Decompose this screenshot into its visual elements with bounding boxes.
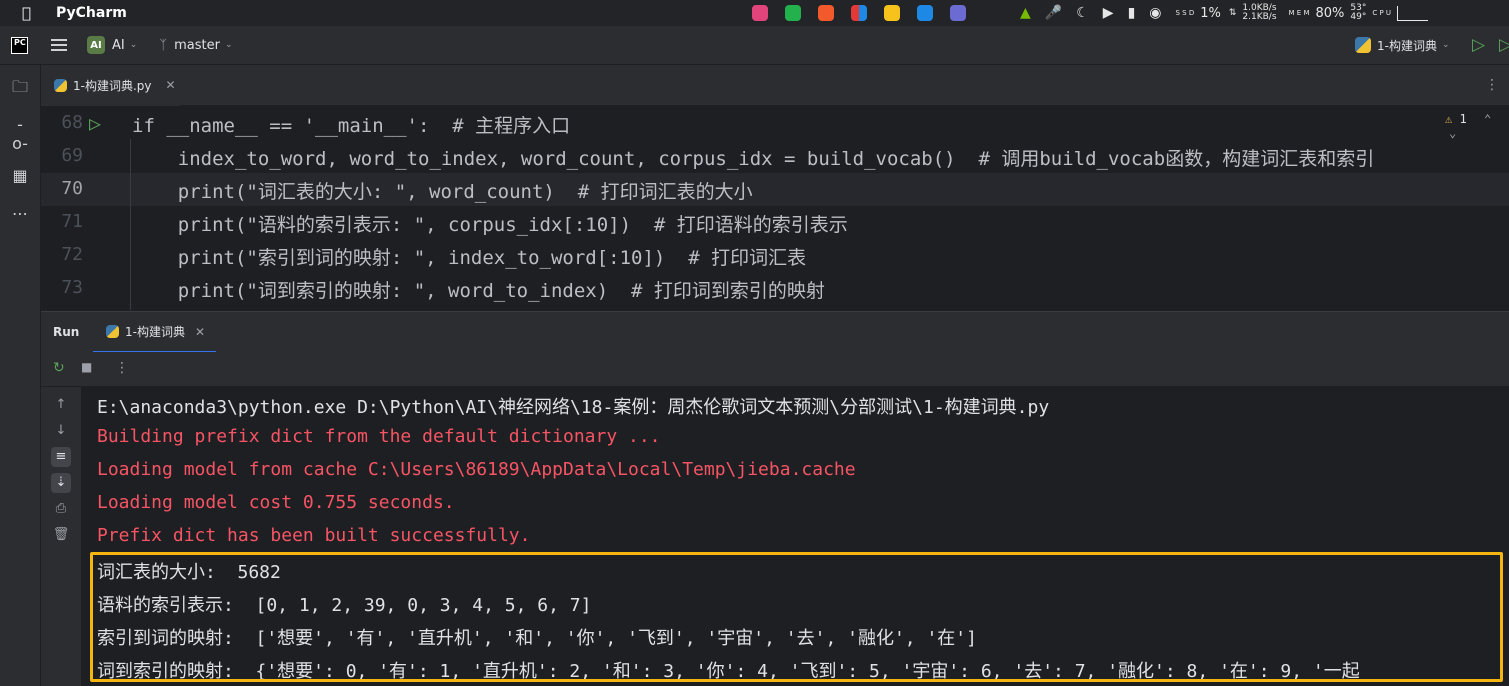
pycharm-logo: PC	[11, 36, 28, 54]
code-line[interactable]: index_to_word, word_to_index, word_count…	[132, 144, 1374, 171]
temp-2: 49°	[1350, 12, 1367, 22]
console-line: Loading model cost 0.755 seconds.	[97, 492, 455, 513]
warning-icon: ⚠	[1445, 112, 1453, 126]
line-number: 71	[61, 211, 83, 232]
code-line[interactable]: print("词汇表的大小: ", word_count) # 打印词汇表的大小	[132, 177, 753, 204]
code-editor[interactable]: 68 ▷ 69 70 71 72 73 if __name__ == '__ma…	[41, 106, 1509, 310]
code-line[interactable]: print("词到索引的映射: ", word_to_index) # 打印词到…	[132, 276, 825, 303]
console-side-toolbar: ↑ ↓ ≡ ⇣ ⎙ 🗑	[41, 387, 81, 686]
scroll-down-icon[interactable]: ↓	[51, 421, 71, 441]
print-icon[interactable]: ⎙	[51, 499, 71, 519]
scroll-up-icon[interactable]: ↑	[51, 395, 71, 415]
ide-toolbar: PC AI AI ⌄ ᛉ master ⌄ 1-构建词典 ⌄ ▷ ▷	[0, 26, 1509, 65]
menu-bar:  PyCharm ▲ 🎤 ☾ ▶ ▮ ◉ S S D 1% ⇅ 1.0KB/s…	[0, 0, 1509, 26]
line-number: 72	[61, 244, 83, 265]
structure-icon[interactable]: ▦	[10, 166, 30, 185]
run-config-selector[interactable]: 1-构建词典 ⌄	[1355, 26, 1450, 64]
close-icon[interactable]: ✕	[166, 78, 176, 92]
more-vertical-icon[interactable]: ⋮	[1485, 77, 1499, 93]
run-controls: ↻ ■ ⋮	[41, 352, 1509, 387]
run-gutter-icon[interactable]: ▷	[89, 111, 101, 135]
activity-graph-icon[interactable]	[1397, 5, 1429, 21]
moon-icon[interactable]: ☾	[1076, 5, 1089, 21]
run-console[interactable]: E:\anaconda3\python.exe D:\Python\AI\神经网…	[82, 387, 1509, 686]
warning-indicator[interactable]: ⚠ 1 ⌃ ⌄	[1445, 112, 1509, 140]
chevron-down-icon[interactable]: ⌄	[1449, 126, 1456, 140]
code-line[interactable]: print("索引到词的映射: ", index_to_word[:10]) #…	[132, 243, 806, 270]
run-panel-header: Run 1-构建词典 ✕	[41, 311, 1509, 353]
network-speed: 1.0KB/s 2.1KB/s	[1242, 4, 1276, 22]
editor-tab-label: 1-构建词典.py	[73, 78, 152, 93]
branch-name[interactable]: master	[174, 38, 220, 53]
temperatures: 53° 49°	[1350, 4, 1366, 22]
net-down: 2.1KB/s	[1242, 12, 1277, 22]
scroll-to-end-icon[interactable]: ⇣	[51, 473, 71, 493]
rerun-icon[interactable]: ↻	[53, 360, 65, 376]
output-highlight-box	[90, 552, 1503, 682]
chevron-down-icon[interactable]: ⌄	[225, 40, 233, 50]
indent-guide	[130, 139, 131, 310]
line-number: 69	[61, 145, 83, 166]
more-vertical-icon[interactable]: ⋮	[115, 360, 129, 376]
evernote-icon[interactable]	[785, 5, 801, 21]
app-grid-icon[interactable]	[851, 5, 867, 21]
chevron-up-icon[interactable]: ⌃	[1484, 112, 1491, 126]
trash-icon[interactable]: 🗑	[51, 525, 71, 545]
soft-wrap-icon[interactable]: ≡	[51, 447, 71, 467]
code-line[interactable]: print("语料的索引表示: ", corpus_idx[:10]) # 打印…	[132, 210, 848, 237]
microphone-icon[interactable]: 🎤	[1045, 5, 1062, 21]
chevron-down-icon[interactable]: ⌄	[130, 40, 138, 50]
python-file-icon	[106, 325, 119, 338]
qq-icon[interactable]	[884, 5, 900, 21]
folder-icon[interactable]: 🗀	[10, 76, 30, 103]
line-number: 70	[61, 178, 83, 199]
more-icon[interactable]: ⋯	[10, 204, 30, 223]
cpu-label: C P U	[1372, 8, 1392, 17]
tray-icons	[752, 0, 983, 26]
python-file-icon	[1355, 37, 1371, 53]
updown-icon: ⇅	[1228, 8, 1237, 18]
capture-icon[interactable]	[950, 5, 966, 21]
console-line: Loading model from cache C:\Users\86189\…	[97, 459, 856, 480]
apple-icon[interactable]: 	[22, 4, 40, 22]
console-line: Prefix dict has been built successfully.	[97, 525, 531, 546]
code-line[interactable]: if __name__ == '__main__': # 主程序入口	[132, 111, 570, 138]
app-name[interactable]: PyCharm	[56, 5, 127, 21]
status-area: ▲ 🎤 ☾ ▶ ▮ ◉ S S D 1% ⇅ 1.0KB/s 2.1KB/s M…	[1020, 0, 1429, 26]
left-tool-strip: 🗀 -o- ▦ ⋯	[0, 65, 41, 686]
line-number: 68	[61, 112, 83, 133]
cpu-percent: 1%	[1200, 5, 1221, 21]
run-panel-title: Run	[53, 325, 80, 339]
debug-icon[interactable]: ▷	[1499, 35, 1509, 55]
run-tab[interactable]: 1-构建词典 ✕	[93, 312, 216, 353]
shield-icon[interactable]	[917, 5, 933, 21]
project-name[interactable]: AI	[112, 38, 125, 53]
editor-tabs: 1-构建词典.py ✕ ⋮	[41, 65, 1509, 107]
mem-label: M E M	[1288, 8, 1310, 17]
commit-icon[interactable]: -o-	[10, 115, 30, 153]
mem-percent: 80%	[1315, 5, 1345, 21]
branch-icon[interactable]: ᛉ	[159, 38, 167, 53]
nvidia-icon[interactable]: ▲	[1020, 5, 1031, 21]
ssd-label: S S D	[1175, 8, 1195, 17]
cat-icon[interactable]	[818, 5, 834, 21]
warning-count: 1	[1459, 112, 1467, 126]
run-config-label: 1-构建词典	[1377, 38, 1437, 53]
user-icon[interactable]: ◉	[1149, 5, 1161, 21]
console-line: E:\anaconda3\python.exe D:\Python\AI\神经网…	[97, 397, 1050, 418]
chevron-down-icon: ⌄	[1441, 40, 1450, 50]
stop-icon[interactable]: ■	[81, 360, 92, 374]
run-icon[interactable]: ▷	[1472, 35, 1485, 55]
console-line: Building prefix dict from the default di…	[97, 426, 661, 447]
battery-icon[interactable]: ▮	[1128, 5, 1136, 21]
bilibili-icon[interactable]	[752, 5, 768, 21]
project-badge[interactable]: AI	[87, 36, 105, 54]
line-number: 73	[61, 277, 83, 298]
run-tab-label: 1-构建词典	[125, 325, 185, 339]
main-menu-icon[interactable]	[51, 36, 67, 54]
close-icon[interactable]: ✕	[195, 325, 205, 339]
python-file-icon	[54, 78, 67, 92]
editor-tab[interactable]: 1-构建词典.py ✕	[41, 65, 180, 107]
play-icon[interactable]: ▶	[1103, 5, 1114, 21]
